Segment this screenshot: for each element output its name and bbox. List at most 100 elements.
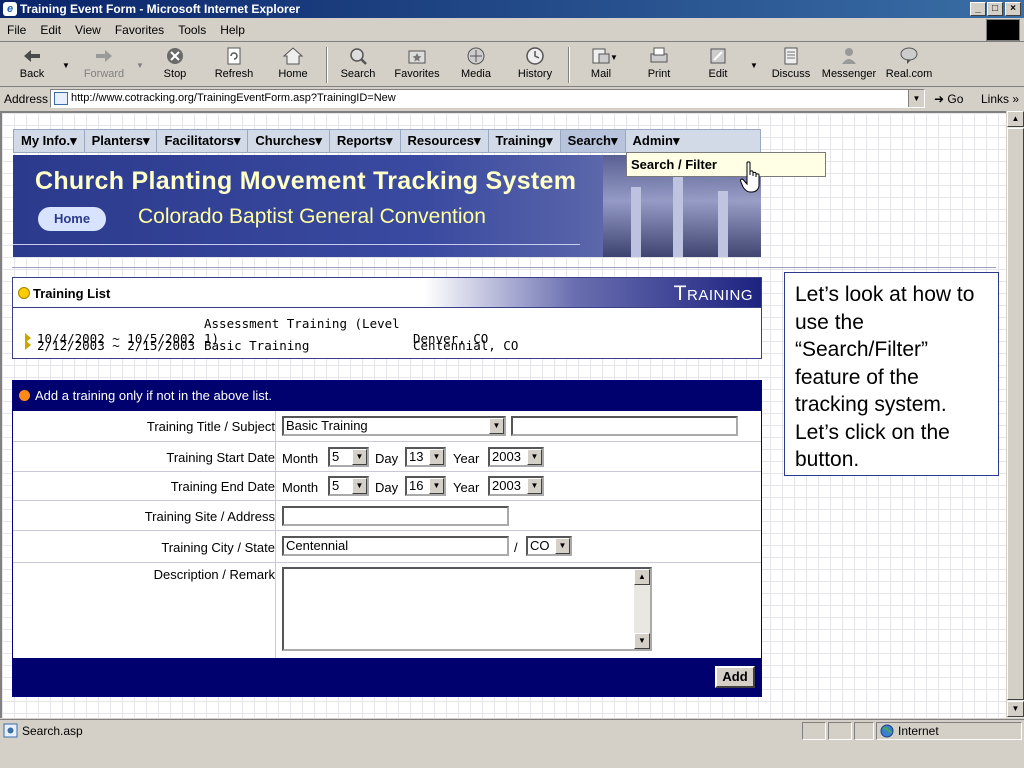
- window-title-bar: e Training Event Form - Microsoft Intern…: [0, 0, 1024, 18]
- minimize-button[interactable]: _: [970, 2, 986, 16]
- start-month-select[interactable]: 5 ▼: [328, 447, 369, 467]
- title-other-input[interactable]: [511, 416, 738, 436]
- menu-edit[interactable]: Edit: [33, 18, 68, 42]
- history-button[interactable]: History: [514, 46, 556, 86]
- add-button[interactable]: Add: [715, 666, 755, 688]
- status-text: Search.asp: [22, 724, 83, 738]
- print-button[interactable]: Print: [640, 46, 678, 86]
- list-item[interactable]: 2/12/2003 ~ 2/15/2003 Basic Training Cente…: [25, 338, 518, 353]
- favorites-button[interactable]: Favorites: [392, 46, 442, 86]
- chevron-down-icon: ▼: [429, 478, 444, 494]
- nav-admin[interactable]: Admin▾: [626, 130, 687, 152]
- scroll-thumb[interactable]: [1007, 128, 1024, 700]
- banner-subtitle: Colorado Baptist General Convention: [138, 205, 486, 228]
- back-arrow-icon: [24, 50, 40, 62]
- status-bar: Search.asp Internet: [0, 719, 1024, 741]
- toolbar-separator: [568, 47, 570, 83]
- go-button[interactable]: ➜ Go: [934, 92, 963, 106]
- start-date-label: Training Start Date: [166, 450, 275, 465]
- scroll-up-icon[interactable]: ▲: [634, 569, 650, 585]
- stop-button[interactable]: Stop: [155, 46, 195, 86]
- discuss-button[interactable]: Discuss: [768, 46, 814, 86]
- scroll-down-icon[interactable]: ▼: [634, 633, 650, 649]
- globe-icon: [880, 724, 894, 738]
- realcom-button[interactable]: Real.com: [884, 46, 934, 86]
- nav-facilitators[interactable]: Facilitators▾: [157, 130, 249, 152]
- printer-icon: [650, 47, 668, 63]
- start-day-select[interactable]: 13 ▼: [405, 447, 446, 467]
- scroll-up-icon[interactable]: ▲: [1007, 111, 1024, 127]
- messenger-button[interactable]: Messenger: [820, 46, 878, 86]
- home-button[interactable]: Home: [273, 46, 313, 86]
- edit-dropdown-icon[interactable]: ▼: [750, 61, 758, 70]
- edit-button[interactable]: Edit: [700, 46, 736, 86]
- city-input[interactable]: Centennial: [282, 536, 509, 556]
- mail-icon: [592, 48, 610, 64]
- textarea-scrollbar[interactable]: ▲ ▼: [634, 569, 650, 649]
- address-url: http://www.cotracking.org/TrainingEventF…: [71, 92, 396, 104]
- media-icon: [467, 47, 485, 65]
- training-banner-word: Training: [673, 282, 753, 305]
- hand-cursor-icon: [740, 161, 760, 193]
- mail-dropdown-icon[interactable]: ▼: [610, 53, 618, 62]
- media-button[interactable]: Media: [456, 46, 496, 86]
- page-scrollbar[interactable]: ▲ ▼: [1006, 111, 1024, 718]
- forward-dropdown-icon[interactable]: ▼: [136, 61, 144, 70]
- day-label: Day: [375, 480, 399, 495]
- menu-file[interactable]: File: [0, 18, 33, 42]
- form-header: Add a training only if not in the above …: [13, 381, 761, 411]
- site-address-input[interactable]: [282, 506, 509, 526]
- close-button[interactable]: ×: [1005, 2, 1021, 16]
- state-select[interactable]: CO ▼: [526, 536, 572, 556]
- home-icon: [282, 47, 304, 65]
- end-day-select[interactable]: 16 ▼: [405, 476, 446, 496]
- chevron-down-icon: ▼: [489, 418, 504, 434]
- menu-tools[interactable]: Tools: [171, 18, 213, 42]
- menu-help[interactable]: Help: [213, 18, 252, 42]
- stop-icon: [167, 48, 183, 64]
- form-row-city-state: Training City / State Centennial / CO ▼: [13, 531, 761, 563]
- title-select[interactable]: Basic Training ▼: [282, 416, 506, 436]
- chevron-down-icon: ▼: [527, 449, 542, 465]
- back-dropdown-icon[interactable]: ▼: [62, 61, 70, 70]
- search-filter-menu-item[interactable]: Search / Filter: [626, 152, 826, 177]
- scroll-down-icon[interactable]: ▼: [1007, 701, 1024, 717]
- address-input[interactable]: http://www.cotracking.org/TrainingEventF…: [50, 89, 925, 108]
- bullet-icon: [19, 390, 30, 401]
- go-arrow-icon: ➜: [934, 92, 945, 106]
- nav-planters[interactable]: Planters▾: [85, 130, 158, 152]
- start-year-select[interactable]: 2003 ▼: [488, 447, 544, 467]
- back-button[interactable]: Back: [10, 46, 54, 86]
- ie-logo-icon: e: [3, 2, 17, 16]
- nav-reports[interactable]: Reports▾: [330, 130, 401, 152]
- chevron-down-icon: ▼: [352, 478, 367, 494]
- links-button[interactable]: Links »: [981, 92, 1019, 106]
- nav-search[interactable]: Search▾: [560, 130, 626, 152]
- security-zone: Internet: [898, 724, 939, 738]
- nav-my-info[interactable]: My Info.▾: [14, 130, 85, 152]
- end-year-select[interactable]: 2003 ▼: [488, 476, 544, 496]
- form-row-site: Training Site / Address: [13, 501, 761, 531]
- mail-button[interactable]: Mail: [582, 46, 620, 86]
- address-dropdown-icon[interactable]: ▼: [908, 90, 924, 107]
- discuss-icon: [784, 47, 798, 65]
- form-footer: Add: [13, 658, 761, 696]
- description-textarea[interactable]: ▲ ▼: [282, 567, 652, 651]
- nav-training[interactable]: Training▾: [489, 130, 561, 152]
- status-panel: [854, 722, 874, 740]
- nav-resources[interactable]: Resources▾: [401, 130, 489, 152]
- form-row-title: Training Title / Subject Basic Training ▼: [13, 411, 761, 442]
- home-link[interactable]: Home: [38, 207, 106, 231]
- menu-favorites[interactable]: Favorites: [108, 18, 171, 42]
- messenger-icon: [842, 48, 856, 64]
- banner-divider: [13, 244, 580, 245]
- menu-view[interactable]: View: [68, 18, 108, 42]
- nav-churches[interactable]: Churches▾: [248, 130, 330, 152]
- refresh-button[interactable]: Refresh: [211, 46, 257, 86]
- search-button[interactable]: Search: [336, 46, 380, 86]
- end-month-select[interactable]: 5 ▼: [328, 476, 369, 496]
- maximize-button[interactable]: □: [987, 2, 1003, 16]
- favorites-folder-icon: [408, 50, 426, 64]
- forward-button[interactable]: Forward: [80, 46, 128, 86]
- page-icon: [54, 92, 68, 105]
